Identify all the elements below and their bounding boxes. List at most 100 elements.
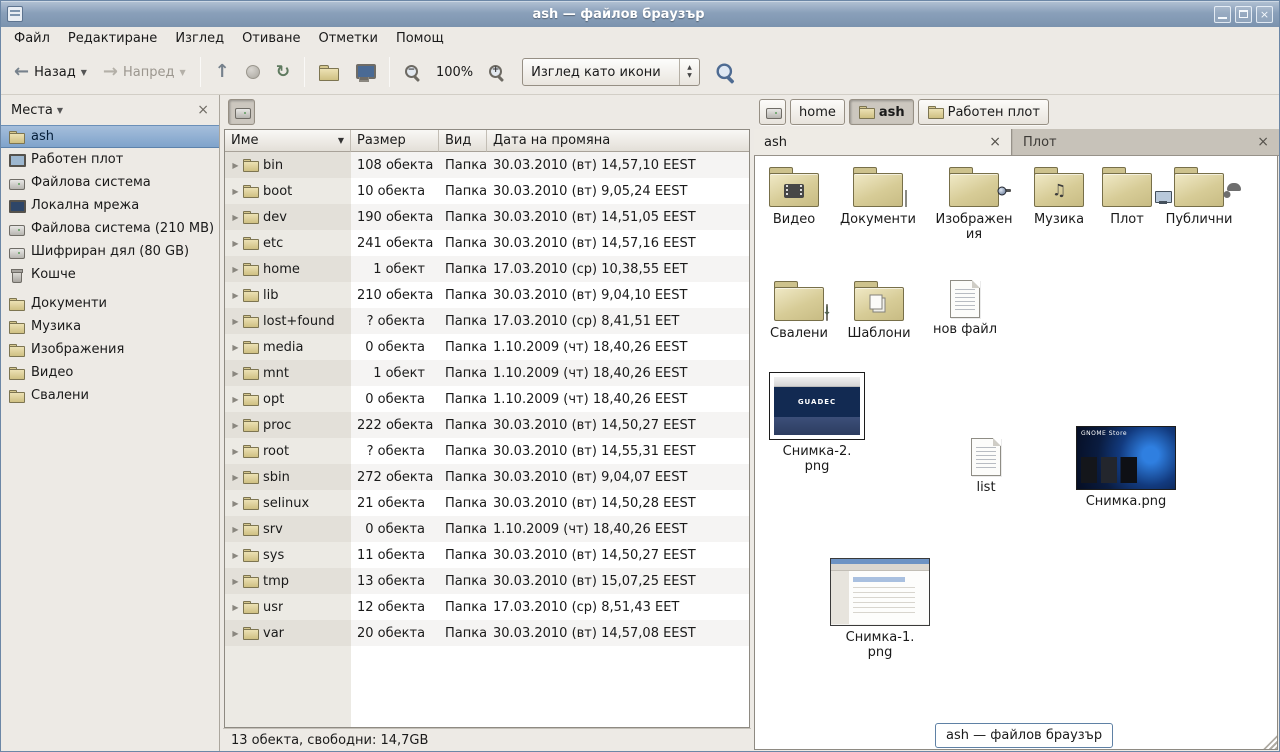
icon-view[interactable]: Видео Документи Изображения Музика Плот	[754, 156, 1278, 750]
icon-item-desktop[interactable]: Плот	[1095, 166, 1159, 227]
table-row[interactable]: ▶etc241 обектаПапка30.03.2010 (вт) 14,57…	[225, 230, 749, 256]
menu-go[interactable]: Отиване	[233, 29, 309, 48]
tab-close-icon[interactable]: ×	[1257, 135, 1269, 149]
icon-item-public[interactable]: Публични	[1161, 166, 1237, 227]
icon-item-snimka2[interactable]: GUADEC Снимка-2.png	[765, 372, 869, 474]
sidebar-item-trash[interactable]: Кошче	[1, 263, 219, 286]
icon-item-new-file[interactable]: нов файл	[927, 280, 1003, 337]
expander-icon[interactable]: ▶	[229, 161, 242, 170]
table-row[interactable]: ▶dev190 обектаПапка30.03.2010 (вт) 14,51…	[225, 204, 749, 230]
sidebar-item-documents[interactable]: Документи	[1, 292, 219, 315]
column-header-size[interactable]: Размер	[351, 130, 439, 152]
expander-icon[interactable]: ▶	[229, 239, 242, 248]
sidebar-item-downloads[interactable]: Свалени	[1, 384, 219, 407]
expander-icon[interactable]: ▶	[229, 265, 242, 274]
column-header-date[interactable]: Дата на промяна	[487, 130, 749, 152]
expander-icon[interactable]: ▶	[229, 395, 242, 404]
table-row[interactable]: ▶var20 обектаПапка30.03.2010 (вт) 14,57,…	[225, 620, 749, 646]
table-row[interactable]: ▶selinux21 обектаПапка30.03.2010 (вт) 14…	[225, 490, 749, 516]
expander-icon[interactable]: ▶	[229, 291, 242, 300]
table-row[interactable]: ▶sbin272 обектаПапка30.03.2010 (вт) 9,04…	[225, 464, 749, 490]
menu-help[interactable]: Помощ	[387, 29, 453, 48]
expander-icon[interactable]: ▶	[229, 551, 242, 560]
sidebar-item-filesystem[interactable]: Файлова система	[1, 171, 219, 194]
table-row[interactable]: ▶boot10 обектаПапка30.03.2010 (вт) 9,05,…	[225, 178, 749, 204]
back-button[interactable]: ← Назад ▼	[7, 59, 94, 85]
table-row[interactable]: ▶bin108 обектаПапка30.03.2010 (вт) 14,57…	[225, 152, 749, 178]
icon-item-snimka1[interactable]: Снимка-1.png	[825, 558, 935, 660]
sidebar-close-icon[interactable]: ×	[197, 102, 209, 118]
titlebar[interactable]: ash — файлов браузър ×	[1, 1, 1279, 27]
icon-item-music[interactable]: Музика	[1025, 166, 1093, 227]
sidebar-item-videos[interactable]: Видео	[1, 361, 219, 384]
root-path-button[interactable]	[759, 99, 786, 125]
table-row[interactable]: ▶sys11 обектаПапка30.03.2010 (вт) 14,50,…	[225, 542, 749, 568]
reload-button[interactable]: ↻	[269, 60, 297, 85]
forward-button[interactable]: → Напред ▼	[96, 59, 193, 85]
icon-item-snimka[interactable]: GNOME Store Снимка.png	[1071, 426, 1181, 509]
table-row[interactable]: ▶proc222 обектаПапка30.03.2010 (вт) 14,5…	[225, 412, 749, 438]
menu-file[interactable]: Файл	[5, 29, 59, 48]
icon-item-templates[interactable]: Шаблони	[843, 280, 915, 341]
sidebar-item-music[interactable]: Музика	[1, 315, 219, 338]
table-row[interactable]: ▶mnt1 обектПапка1.10.2009 (чт) 18,40,26 …	[225, 360, 749, 386]
spinner-arrows-icon[interactable]: ▲▼	[679, 59, 699, 85]
expander-icon[interactable]: ▶	[229, 213, 242, 222]
table-row[interactable]: ▶lib210 обектаПапка30.03.2010 (вт) 9,04,…	[225, 282, 749, 308]
up-button[interactable]: ↑	[208, 59, 237, 85]
expander-icon[interactable]: ▶	[229, 577, 242, 586]
table-row[interactable]: ▶lost+found? обектаПапка17.03.2010 (ср) …	[225, 308, 749, 334]
zoom-in-button[interactable]: +	[481, 60, 512, 85]
expander-icon[interactable]: ▶	[229, 499, 242, 508]
table-row[interactable]: ▶tmp13 обектаПапка30.03.2010 (вт) 15,07,…	[225, 568, 749, 594]
search-button[interactable]	[710, 60, 741, 85]
sidebar-item-ash[interactable]: ash	[1, 125, 219, 148]
icon-item-pictures[interactable]: Изображения	[935, 166, 1013, 242]
expander-icon[interactable]: ▶	[229, 447, 242, 456]
menu-edit[interactable]: Редактиране	[59, 29, 166, 48]
root-path-button[interactable]	[228, 99, 255, 125]
table-row[interactable]: ▶opt0 обектаПапка1.10.2009 (чт) 18,40,26…	[225, 386, 749, 412]
expander-icon[interactable]: ▶	[229, 369, 242, 378]
close-button[interactable]: ×	[1256, 6, 1273, 23]
expander-icon[interactable]: ▶	[229, 421, 242, 430]
sidebar-item-network[interactable]: Локална мрежа	[1, 194, 219, 217]
path-button-desktop[interactable]: Работен плот	[918, 99, 1049, 125]
tab-close-icon[interactable]: ×	[989, 135, 1001, 149]
sidebar-item-filesystem-210mb[interactable]: Файлова система (210 MB)	[1, 217, 219, 240]
maximize-button[interactable]	[1235, 6, 1252, 23]
path-button-home[interactable]: home	[790, 99, 845, 125]
menu-view[interactable]: Изглед	[166, 29, 233, 48]
home-button[interactable]	[312, 61, 346, 84]
expander-icon[interactable]: ▶	[229, 317, 242, 326]
computer-button[interactable]	[348, 60, 382, 84]
stop-button[interactable]	[239, 61, 267, 83]
icon-item-videos[interactable]: Видео	[757, 166, 831, 227]
zoom-out-button[interactable]: −	[397, 60, 428, 85]
icon-item-documents[interactable]: Документи	[837, 166, 919, 227]
column-header-name[interactable]: Име▼	[225, 130, 351, 152]
expander-icon[interactable]: ▶	[229, 603, 242, 612]
sidebar-item-desktop[interactable]: Работен плот	[1, 148, 219, 171]
sidebar-title[interactable]: Места	[11, 103, 53, 118]
minimize-button[interactable]	[1214, 6, 1231, 23]
back-history-caret-icon[interactable]: ▼	[81, 68, 87, 77]
table-row[interactable]: ▶usr12 обектаПапка17.03.2010 (ср) 8,51,4…	[225, 594, 749, 620]
icon-item-downloads[interactable]: Свалени	[761, 280, 837, 341]
sidebar-dropdown-icon[interactable]: ▼	[57, 106, 63, 115]
icon-item-list[interactable]: list	[951, 438, 1021, 495]
sidebar-item-encrypted-80gb[interactable]: Шифриран дял (80 GB)	[1, 240, 219, 263]
table-row[interactable]: ▶srv0 обектаПапка1.10.2009 (чт) 18,40,26…	[225, 516, 749, 542]
table-row[interactable]: ▶home1 обектПапка17.03.2010 (ср) 10,38,5…	[225, 256, 749, 282]
expander-icon[interactable]: ▶	[229, 525, 242, 534]
path-button-ash[interactable]: ash	[849, 99, 914, 125]
expander-icon[interactable]: ▶	[229, 187, 242, 196]
menu-bookmarks[interactable]: Отметки	[309, 29, 386, 48]
tab-ash[interactable]: ash ×	[754, 129, 1012, 155]
tab-desktop[interactable]: Плот ×	[1012, 129, 1279, 155]
column-header-type[interactable]: Вид	[439, 130, 487, 152]
sidebar-item-pictures[interactable]: Изображения	[1, 338, 219, 361]
expander-icon[interactable]: ▶	[229, 473, 242, 482]
expander-icon[interactable]: ▶	[229, 629, 242, 638]
table-row[interactable]: ▶media0 обектаПапка1.10.2009 (чт) 18,40,…	[225, 334, 749, 360]
